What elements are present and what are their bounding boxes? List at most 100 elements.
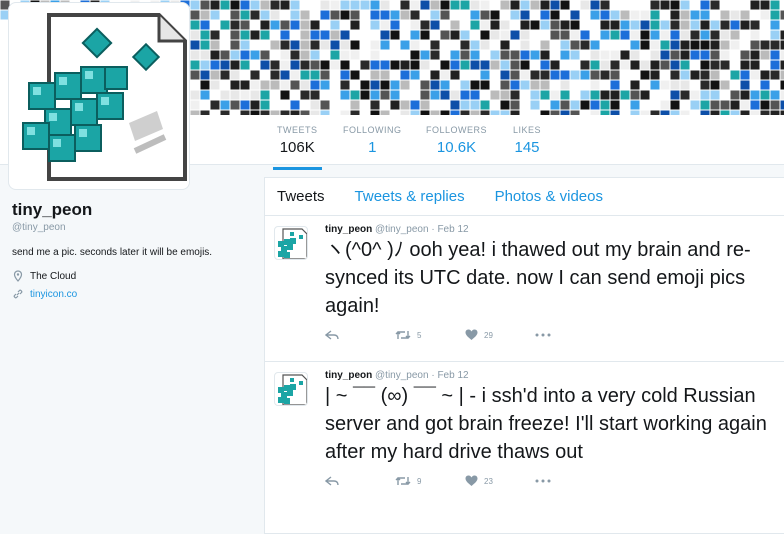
emoji-tile [690,20,700,30]
emoji-tile [600,90,610,100]
emoji-tile [290,10,300,20]
emoji-tile [440,60,450,70]
emoji-tile [520,80,530,90]
tweet-author-name[interactable]: tiny_peon [325,224,372,235]
emoji-tile [630,10,640,20]
emoji-tile [520,0,530,10]
emoji-tile [200,0,210,10]
emoji-tile [470,40,480,50]
stat-following[interactable]: FOLLOWING 1 [343,125,402,156]
tab-tweets[interactable]: Tweets [277,188,325,205]
emoji-tile [300,10,310,20]
tab-tweets-and-replies[interactable]: Tweets & replies [355,188,465,205]
emoji-tile [780,60,784,70]
tweet-date[interactable]: Feb 12 [437,370,468,381]
more-dots-icon [535,333,551,337]
emoji-tile [200,10,210,20]
profile-name[interactable]: tiny_peon [12,200,252,220]
emoji-tile [440,30,450,40]
emoji-tile [560,70,570,80]
emoji-tile [660,20,670,30]
emoji-tile [200,20,210,30]
emoji-tile [220,90,230,100]
emoji-tile [220,60,230,70]
reply-button[interactable] [325,475,395,487]
stat-value: 106K [279,139,315,156]
emoji-tile [480,80,490,90]
emoji-tile [210,0,220,10]
emoji-tile [620,90,630,100]
emoji-tile [340,60,350,70]
tweet[interactable]: tiny_peon @tiny_peon · Feb 12 ヽ(^0^ )ﾉ o… [265,216,784,362]
emoji-tile [280,50,290,60]
emoji-tile [220,0,230,10]
emoji-tile [260,30,270,40]
retweet-count: 5 [417,330,422,340]
emoji-tile [500,100,510,110]
emoji-tile [250,80,260,90]
tweet-author-handle[interactable]: @tiny_peon [375,370,429,381]
emoji-tile [190,30,200,40]
profile-website-link[interactable]: tinyicon.co [30,289,77,300]
emoji-tile [770,0,780,10]
profile-avatar[interactable] [8,2,190,190]
emoji-tile [370,70,380,80]
emoji-tile [320,80,330,90]
emoji-tile [510,0,520,10]
tweet-date[interactable]: Feb 12 [437,224,468,235]
retweet-button[interactable]: 5 [395,329,465,341]
emoji-tile [490,20,500,30]
emoji-tile [740,100,750,110]
like-button[interactable]: 29 [465,329,535,341]
emoji-tile [760,10,770,20]
tweet-author-name[interactable]: tiny_peon [325,370,372,381]
emoji-tile [370,10,380,20]
emoji-tile [270,20,280,30]
emoji-tile [700,60,710,70]
like-button[interactable]: 23 [465,475,535,487]
profile-handle[interactable]: @tiny_peon [12,222,252,233]
emoji-tile [700,80,710,90]
emoji-tile [680,10,690,20]
emoji-tile [780,50,784,60]
tweet-header: tiny_peon @tiny_peon · Feb 12 [325,370,774,381]
emoji-tile [750,90,760,100]
emoji-tile [410,100,420,110]
emoji-tile [600,20,610,30]
emoji-tile [630,90,640,100]
emoji-tile [670,60,680,70]
emoji-tile [710,90,720,100]
more-button[interactable] [535,333,551,337]
emoji-tile [660,80,670,90]
emoji-tile [530,80,540,90]
emoji-tile [220,70,230,80]
emoji-tile [430,80,440,90]
emoji-tile [560,80,570,90]
emoji-tile [570,70,580,80]
emoji-tile [270,70,280,80]
retweet-button[interactable]: 9 [395,475,465,487]
more-button[interactable] [535,479,551,483]
stat-followers[interactable]: FOLLOWERS 10.6K [426,125,487,156]
emoji-tile [470,20,480,30]
emoji-tile [530,20,540,30]
emoji-tile [240,90,250,100]
tweet-avatar[interactable] [274,226,308,260]
tab-photos-and-videos[interactable]: Photos & videos [495,188,603,205]
emoji-tile [640,60,650,70]
tweet-author-handle[interactable]: @tiny_peon [375,224,429,235]
stat-tweets[interactable]: TWEETS 106K [273,125,321,170]
stat-likes[interactable]: LIKES 145 [513,125,541,156]
emoji-tile [740,80,750,90]
emoji-tile [610,80,620,90]
reply-button[interactable] [325,329,395,341]
emoji-tile [670,70,680,80]
tweet[interactable]: tiny_peon @tiny_peon · Feb 12 | ~ ¯¯ (∞)… [265,362,784,534]
emoji-tile [780,80,784,90]
emoji-tile [320,0,330,10]
tweet-avatar[interactable] [274,372,308,406]
emoji-tile [280,0,290,10]
tweet-actions: 5 29 [325,320,774,350]
emoji-tile [340,70,350,80]
emoji-tile [480,70,490,80]
